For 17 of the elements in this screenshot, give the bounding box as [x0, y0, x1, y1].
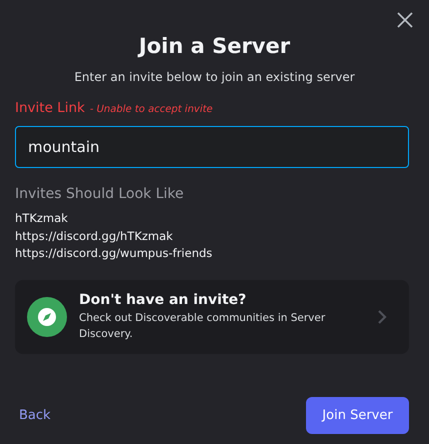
close-icon[interactable]: [397, 12, 413, 28]
back-link[interactable]: Back: [15, 404, 55, 427]
discovery-card[interactable]: Don't have an invite? Check out Discoverable communities in Server Discovery.: [15, 280, 409, 354]
join-server-button[interactable]: Join Server: [306, 397, 409, 434]
example-invite: hTKzmak: [15, 210, 68, 227]
chevron-icon: [377, 310, 387, 324]
example-invite: https://discord.gg/wumpus-friends: [15, 245, 212, 262]
card-description: Check out Discoverable communities in Server Discovery.: [79, 310, 326, 342]
dialog-subtitle: Enter an invite below to join an existing server: [73, 70, 356, 84]
invite-link-field[interactable]: mountain: [15, 126, 409, 168]
compass-icon: [27, 296, 67, 336]
field-label: Invite Link: [15, 100, 85, 116]
error-message: - Unable to accept invite: [90, 104, 213, 115]
card-title: Don't have an invite?: [79, 292, 248, 308]
dialog-title: Join a Server: [136, 34, 292, 58]
example-invite: https://discord.gg/hTKzmak: [15, 228, 173, 244]
examples-heading: Invites Should Look Like: [15, 186, 185, 202]
